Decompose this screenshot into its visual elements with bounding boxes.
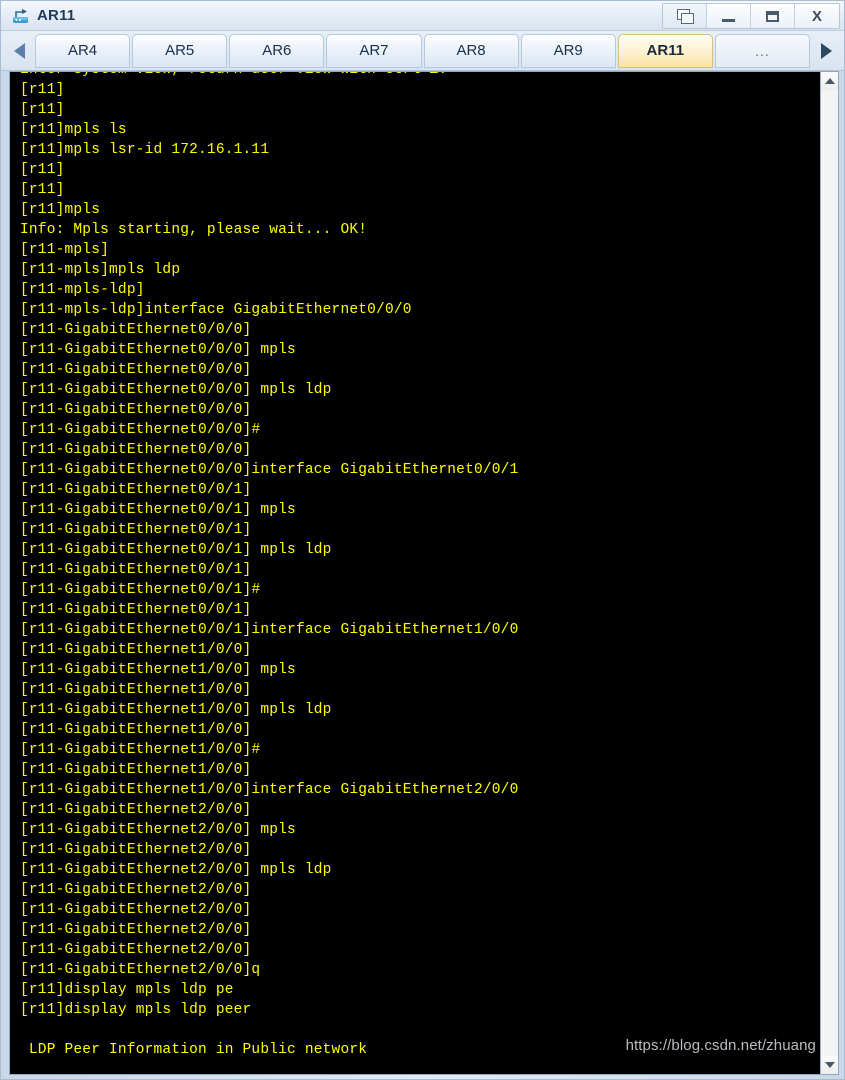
terminal-line: [r11-GigabitEthernet2/0/0] [20,802,252,818]
tab-list: AR4 AR5 AR6 AR7 AR8 AR9 AR11 ... [35,33,810,68]
terminal-line: [r11-GigabitEthernet0/0/1] [20,522,252,538]
terminal-console[interactable]: Enter system view, return user view with… [10,72,820,1074]
terminal-line: [r11] [20,102,65,118]
terminal-line: [r11-GigabitEthernet0/0/0] mpls [20,342,296,358]
tab-label: AR11 [646,42,685,59]
watermark-text: https://blog.csdn.net/zhuang [625,1037,816,1054]
tab-label: AR7 [359,42,389,59]
tab-ar8[interactable]: AR8 [423,33,519,68]
terminal-area: Enter system view, return user view with… [1,71,844,1079]
minimize-icon [722,18,735,22]
terminal-line: [r11-GigabitEthernet0/0/1]# [20,582,261,598]
terminal-line: [r11-GigabitEthernet0/0/0] [20,402,252,418]
terminal-output: Enter system view, return user view with… [20,72,820,1060]
tab-label: ... [755,42,770,59]
terminal-line: [r11-GigabitEthernet2/0/0] [20,922,252,938]
tab-overflow[interactable]: ... [714,33,810,68]
terminal-line: [r11-GigabitEthernet2/0/0] [20,842,252,858]
terminal-line: Enter system view, return user view with… [20,72,820,80]
terminal-line: [r11-GigabitEthernet0/0/1] [20,562,252,578]
terminal-line: [r11-mpls]mpls ldp [20,262,181,278]
chevron-down-icon [824,1062,835,1068]
tab-label: AR8 [456,42,486,59]
tab-ar9[interactable]: AR9 [520,33,616,68]
tab-scroll-right-button[interactable] [810,32,842,70]
terminal-line: [r11-GigabitEthernet0/0/1] [20,482,252,498]
terminal-line: [r11-GigabitEthernet0/0/0] [20,322,252,338]
terminal-line: [r11-GigabitEthernet1/0/0] [20,642,252,658]
terminal-window: AR11 X AR4 AR5 AR6 AR7 AR8 AR9 AR11 ... … [0,0,845,1080]
terminal-line: [r11-GigabitEthernet0/0/0]interface Giga… [20,462,519,478]
terminal-line: [r11-GigabitEthernet0/0/1] [20,602,252,618]
scrollbar-track[interactable] [821,90,838,1056]
router-icon [11,6,31,26]
tab-scroll-left-button[interactable] [3,32,35,70]
terminal-line: [r11-mpls-ldp]interface GigabitEthernet0… [20,302,412,318]
chevron-up-icon [824,78,835,84]
tab-ar4[interactable]: AR4 [35,33,131,68]
terminal-line: [r11-GigabitEthernet1/0/0]# [20,742,261,758]
terminal-line: [r11]mpls [20,202,101,218]
terminal-line: [r11-GigabitEthernet1/0/0] [20,762,252,778]
window-title: AR11 [37,7,76,24]
device-tab-bar: AR4 AR5 AR6 AR7 AR8 AR9 AR11 ... [1,31,844,71]
restore-button[interactable] [663,4,707,28]
chevron-left-icon [13,42,25,59]
terminal-line: [r11-GigabitEthernet0/0/0] mpls ldp [20,382,332,398]
terminal-line: [r11-GigabitEthernet2/0/0] mpls [20,822,296,838]
terminal-scrollbar[interactable] [820,72,838,1074]
terminal-line: [r11-mpls-ldp] [20,282,145,298]
terminal-line: [r11-GigabitEthernet1/0/0]interface Giga… [20,782,519,798]
terminal-line: [r11] [20,82,65,98]
terminal-line: [r11-GigabitEthernet0/0/1] mpls ldp [20,542,332,558]
close-button[interactable]: X [795,4,839,28]
terminal-line: [r11] [20,182,65,198]
terminal-line: [r11-GigabitEthernet2/0/0] [20,902,252,918]
terminal-line: [r11-GigabitEthernet2/0/0]q [20,962,261,978]
terminal-line: [r11-GigabitEthernet0/0/0] [20,442,252,458]
terminal-line: [r11-GigabitEthernet0/0/0]# [20,422,261,438]
scroll-up-button[interactable] [821,72,838,90]
terminal-line: [r11-GigabitEthernet1/0/0] mpls ldp [20,702,332,718]
tab-ar6[interactable]: AR6 [229,33,325,68]
tab-label: AR9 [553,42,583,59]
window-controls: X [662,3,840,29]
terminal-line: [r11-GigabitEthernet2/0/0] [20,942,252,958]
terminal-line: [r11]mpls lsr-id 172.16.1.11 [20,142,270,158]
terminal-line: [r11-GigabitEthernet0/0/0] [20,362,252,378]
terminal-line: Info: Mpls starting, please wait... OK! [20,222,368,238]
chevron-right-icon [820,42,832,59]
terminal-line: [r11]display mpls ldp pe [20,982,234,998]
terminal-line: [r11-GigabitEthernet1/0/0] [20,722,252,738]
terminal-line: [r11] [20,162,65,178]
terminal-line: [r11-GigabitEthernet1/0/0] mpls [20,662,296,678]
terminal-line: [r11-GigabitEthernet2/0/0] mpls ldp [20,862,332,878]
title-bar: AR11 X [1,1,844,31]
terminal-line: [r11-GigabitEthernet2/0/0] [20,882,252,898]
tab-ar7[interactable]: AR7 [326,33,422,68]
terminal-line: [r11-GigabitEthernet1/0/0] [20,682,252,698]
terminal-line: [r11]mpls ls [20,122,127,138]
tab-ar11[interactable]: AR11 [617,33,713,68]
maximize-icon [766,10,779,22]
terminal-line: [r11-mpls] [20,242,110,258]
tab-label: AR6 [262,42,292,59]
close-icon: X [811,7,822,25]
minimize-button[interactable] [707,4,751,28]
tab-label: AR5 [165,42,195,59]
maximize-button[interactable] [751,4,795,28]
restore-icon [676,9,694,24]
terminal-line: [r11]display mpls ldp peer [20,1002,252,1018]
scroll-down-button[interactable] [821,1056,838,1074]
tab-label: AR4 [67,42,98,59]
terminal-line: [r11-GigabitEthernet0/0/1]interface Giga… [20,622,519,638]
terminal-line: [r11-GigabitEthernet0/0/1] mpls [20,502,296,518]
terminal-frame: Enter system view, return user view with… [9,71,839,1075]
tab-ar5[interactable]: AR5 [132,33,228,68]
